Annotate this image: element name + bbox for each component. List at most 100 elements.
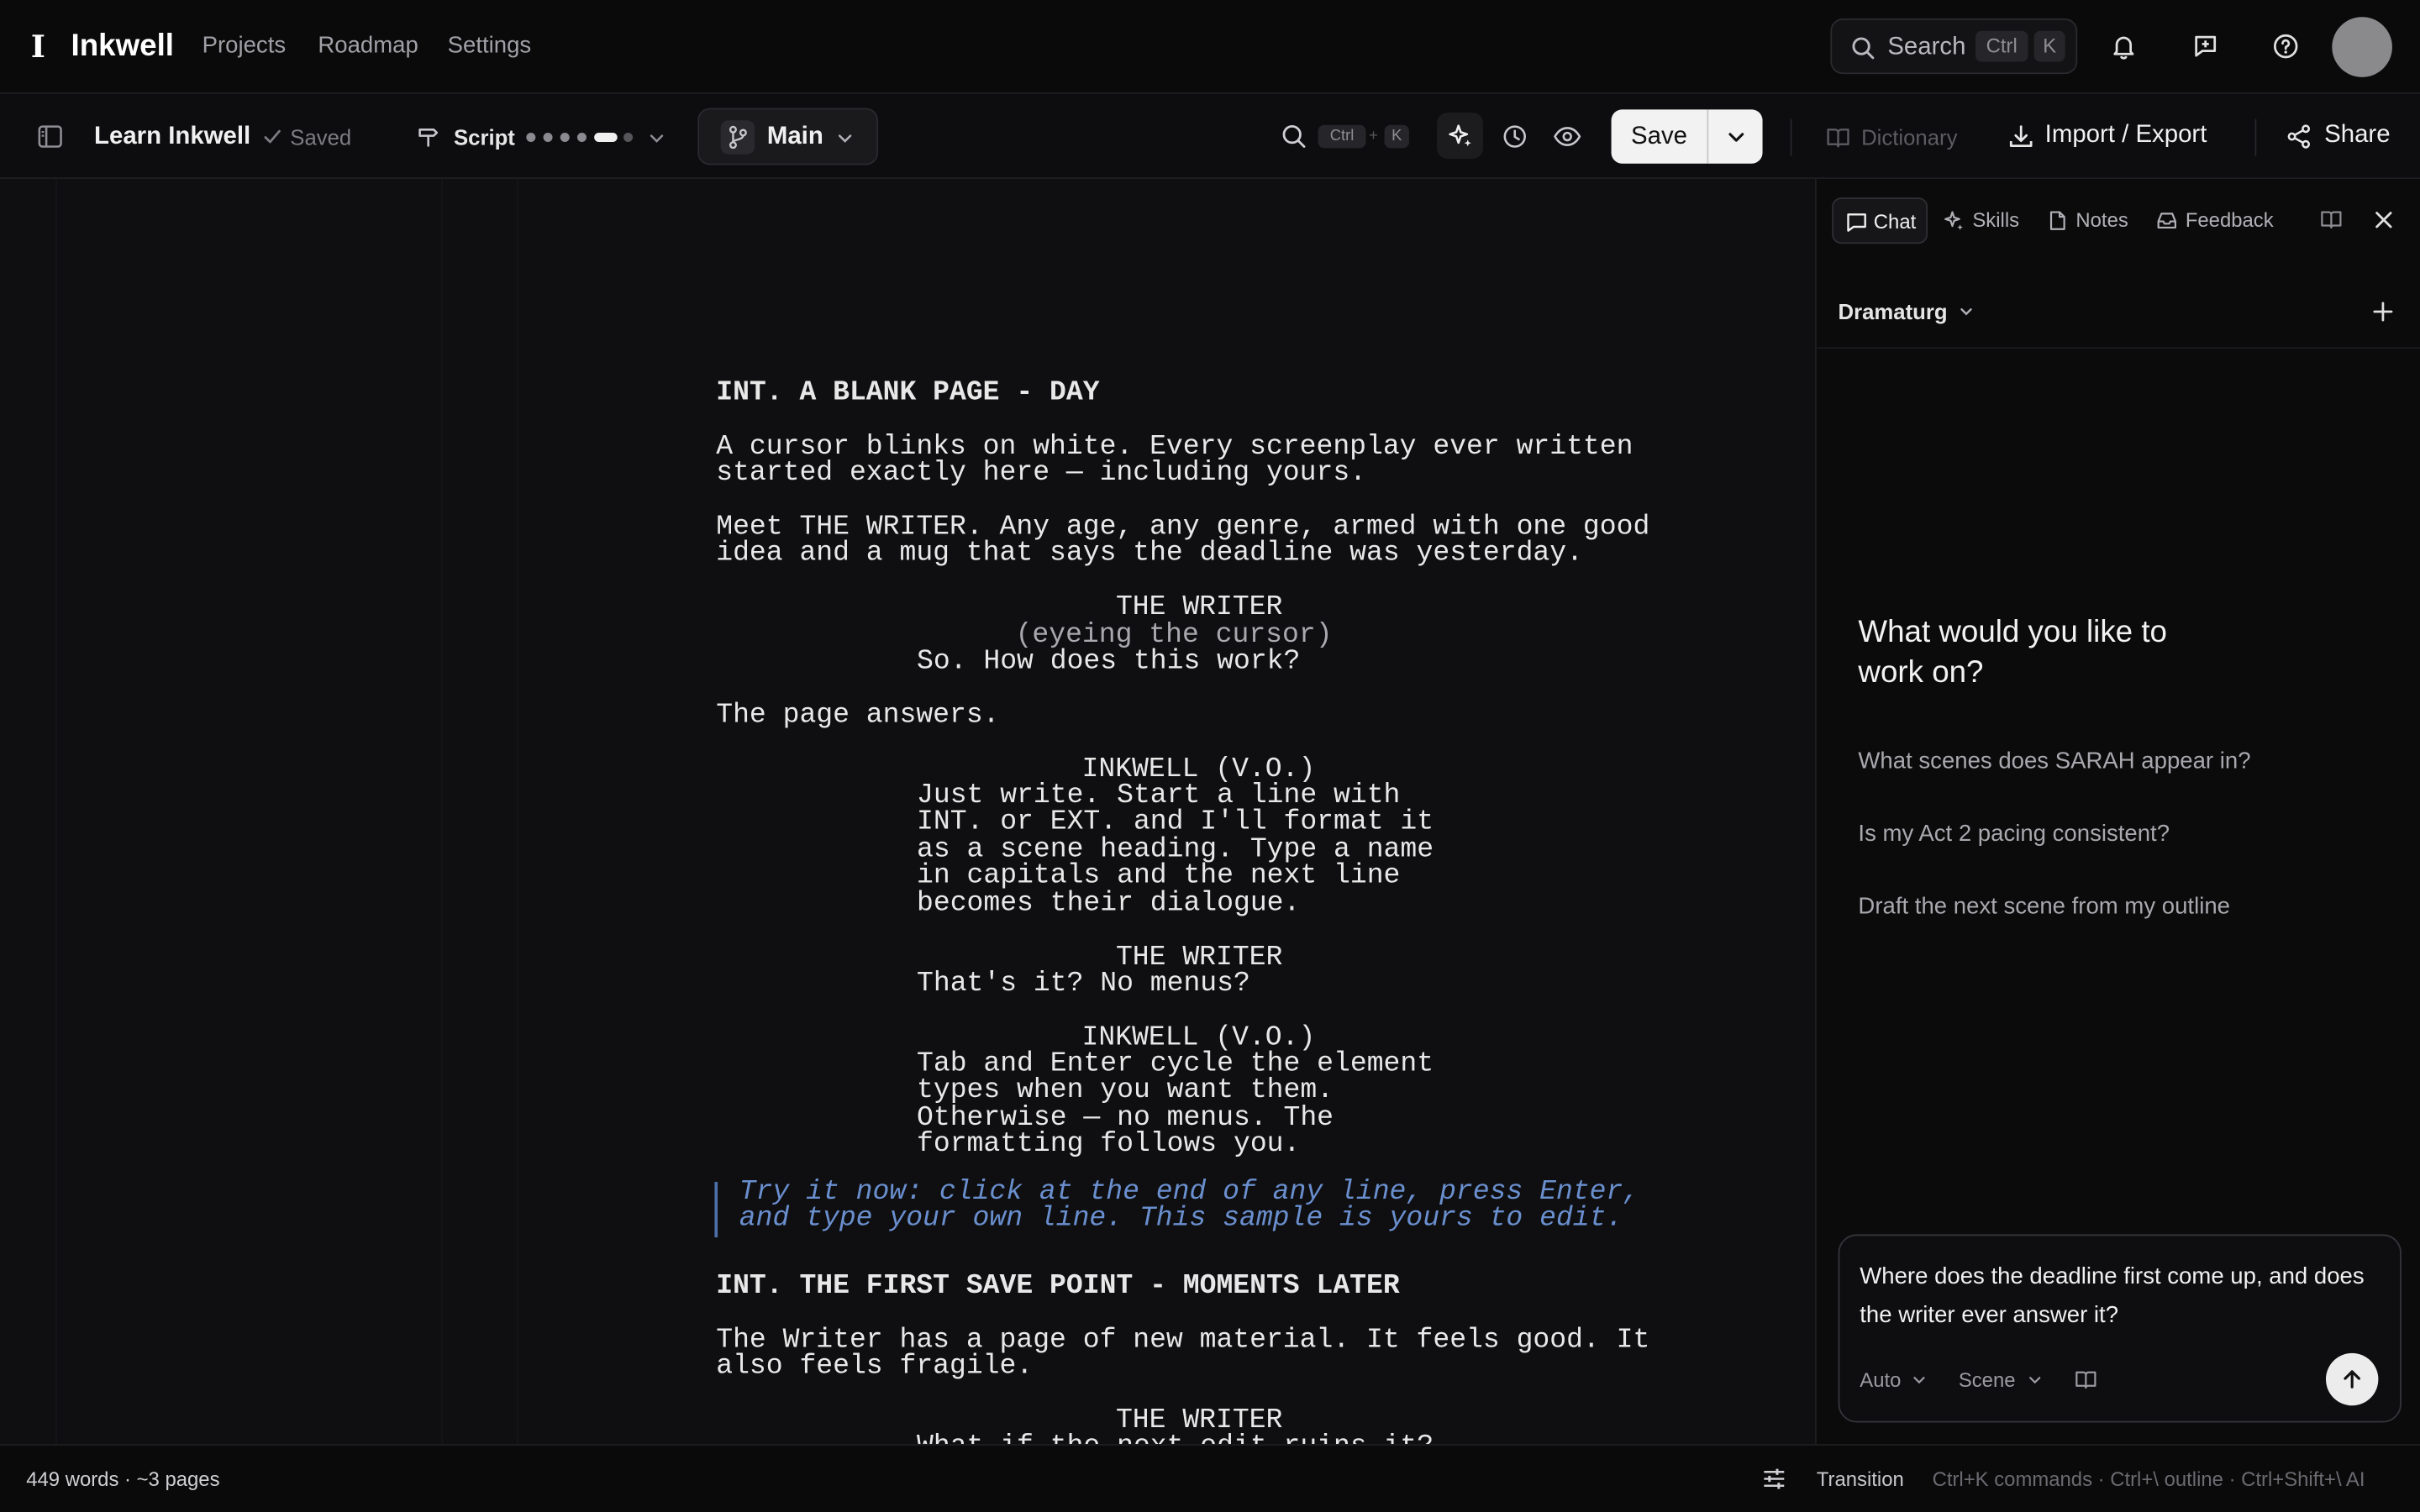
scene-heading[interactable]: INT. A BLANK PAGE - DAY [716, 379, 1099, 408]
mode-selector[interactable]: Auto [1860, 1367, 1927, 1394]
book-open-icon[interactable] [2075, 1368, 2098, 1392]
suggestion-item[interactable]: Is my Act 2 pacing consistent? [1858, 819, 2170, 850]
dialogue-line[interactable]: So. How does this work? [917, 648, 1300, 676]
dictionary-label: Dictionary [1861, 124, 1958, 150]
tab-feedback[interactable]: Feedback [2156, 197, 2280, 244]
dialogue-line[interactable]: Just write. Start a line with INT. or EX… [917, 782, 1434, 918]
chevron-down-icon [1727, 128, 1745, 146]
action-line[interactable]: A cursor blinks on white. Every screenpl… [716, 433, 1633, 489]
stage-dot [623, 132, 634, 142]
kbd-plus: + [1369, 128, 1378, 145]
save-button-group: Save [1611, 109, 1763, 164]
scope-selector[interactable]: Scene [1959, 1367, 2041, 1394]
avatar[interactable] [2332, 17, 2392, 77]
nav-settings[interactable]: Settings [448, 31, 532, 62]
agent-label: Dramaturg [1838, 299, 1948, 324]
toolbar-divider [1790, 118, 1792, 156]
app-name[interactable]: Inkwell [71, 26, 174, 66]
chevron-down-icon[interactable] [648, 129, 665, 146]
stage-dot [543, 132, 553, 142]
hint-marker [714, 1181, 718, 1238]
send-button[interactable] [2325, 1352, 2379, 1406]
agent-selector[interactable]: Dramaturg [1839, 297, 1974, 325]
save-button[interactable]: Save [1612, 109, 1707, 163]
element-type-indicator[interactable]: Transition [1817, 1466, 1904, 1494]
suggestion-item[interactable]: Draft the next scene from my outline [1858, 892, 2230, 923]
character-name[interactable]: THE WRITER [1116, 594, 1282, 622]
scene-heading[interactable]: INT. THE FIRST SAVE POINT - MOMENTS LATE… [716, 1273, 1399, 1301]
bell-icon[interactable] [2110, 33, 2138, 60]
kbd-ctrl: Ctrl [1975, 30, 2028, 62]
branch-selector[interactable]: Main [697, 108, 879, 165]
plus-icon[interactable] [2372, 301, 2394, 323]
share-label: Share [2324, 122, 2391, 149]
hint-note[interactable]: Try it now: click at the end of any line… [739, 1179, 1639, 1234]
message-icon[interactable] [2191, 33, 2219, 60]
sparkles-icon [1446, 122, 1474, 150]
dialogue-line[interactable]: Tab and Enter cycle the element types wh… [917, 1051, 1434, 1160]
history-icon[interactable] [1502, 123, 1528, 150]
note-icon [2047, 210, 2069, 232]
scope-label: Scene [1958, 1368, 2016, 1392]
help-icon[interactable] [2272, 33, 2300, 60]
suggestion-item[interactable]: What scenes does SARAH appear in? [1858, 747, 2250, 778]
save-options-button[interactable] [1707, 109, 1762, 164]
margin-guide [441, 179, 444, 1445]
chat-input[interactable]: Where does the deadline first come up, a… [1860, 1257, 2369, 1335]
sparkles-icon [1943, 210, 1965, 232]
action-line[interactable]: The page answers. [716, 701, 999, 731]
kbd-k: K [1384, 124, 1409, 149]
shortcut-hints: Ctrl+K commands · Ctrl+\ outline · Ctrl+… [1932, 1467, 2365, 1491]
nav-roadmap[interactable]: Roadmap [318, 31, 418, 62]
margin-guide [517, 179, 519, 1445]
chevron-down-icon [837, 129, 854, 146]
panel-divider [1816, 347, 2420, 349]
document-title[interactable]: Learn Inkwell [94, 122, 250, 153]
nav-projects[interactable]: Projects [203, 31, 287, 62]
chat-prompt-heading: What would you like to work on? [1858, 615, 2167, 690]
word-count: 449 words · ~3 pages [26, 1467, 220, 1491]
ai-assist-button[interactable] [1437, 113, 1484, 160]
app-window: I Inkwell Projects Roadmap Settings Sear… [0, 0, 2420, 1512]
stage-dot [576, 132, 587, 142]
chevron-down-icon [2028, 1373, 2042, 1388]
tab-chat[interactable]: Chat [1832, 197, 1928, 244]
dialogue-line[interactable]: What if the next edit ruins it? [917, 1433, 1434, 1444]
book-open-icon[interactable] [2320, 208, 2344, 232]
tab-skills-label: Skills [1972, 207, 2020, 232]
search-label: Search [1887, 34, 1966, 60]
mode-label: Auto [1860, 1368, 1902, 1392]
action-line[interactable]: Meet THE WRITER. Any age, any genre, arm… [716, 514, 1649, 569]
check-icon [262, 127, 282, 147]
import-export-label: Import / Export [2044, 122, 2207, 149]
chevron-down-icon [1912, 1373, 1927, 1388]
margin-guide [55, 179, 57, 1445]
logo-icon: I [30, 28, 45, 66]
stage-dot [526, 132, 536, 142]
top-bar: I Inkwell Projects Roadmap Settings Sear… [0, 0, 2420, 95]
search-button[interactable]: Search Ctrl K [1830, 18, 2078, 75]
close-icon[interactable] [2374, 210, 2394, 230]
script-editor[interactable]: INT. A BLANK PAGE - DAY A cursor blinks … [0, 179, 1815, 1445]
kbd-k: K [2033, 30, 2065, 62]
dialogue-line[interactable]: That's it? No menus? [917, 970, 1250, 999]
eye-icon[interactable] [1553, 123, 1582, 150]
chat-icon [1846, 212, 1868, 234]
tab-skills[interactable]: Skills [1943, 197, 2035, 244]
tab-chat-label: Chat [1873, 209, 1917, 234]
action-line[interactable]: The Writer has a page of new material. I… [716, 1327, 1649, 1382]
arrow-up-icon [2339, 1367, 2364, 1391]
tab-notes[interactable]: Notes [2047, 197, 2137, 244]
search-icon [1850, 35, 1875, 60]
find-icon[interactable] [1281, 123, 1307, 150]
draft-stage-label[interactable]: Script [454, 123, 515, 151]
book-icon [1826, 125, 1850, 150]
chat-composer: Where does the deadline first come up, a… [1838, 1234, 2402, 1423]
status-bar: 449 words · ~3 pages Transition Ctrl+K c… [0, 1444, 2420, 1512]
sidebar-toggle-icon[interactable] [37, 123, 63, 150]
tab-notes-label: Notes [2075, 207, 2128, 232]
document-toolbar: Learn Inkwell Saved Script Main Ctrl + K… [0, 94, 2420, 180]
signpost-icon [417, 125, 440, 149]
stage-dot-current [594, 132, 618, 142]
sliders-icon[interactable] [1761, 1466, 1787, 1492]
